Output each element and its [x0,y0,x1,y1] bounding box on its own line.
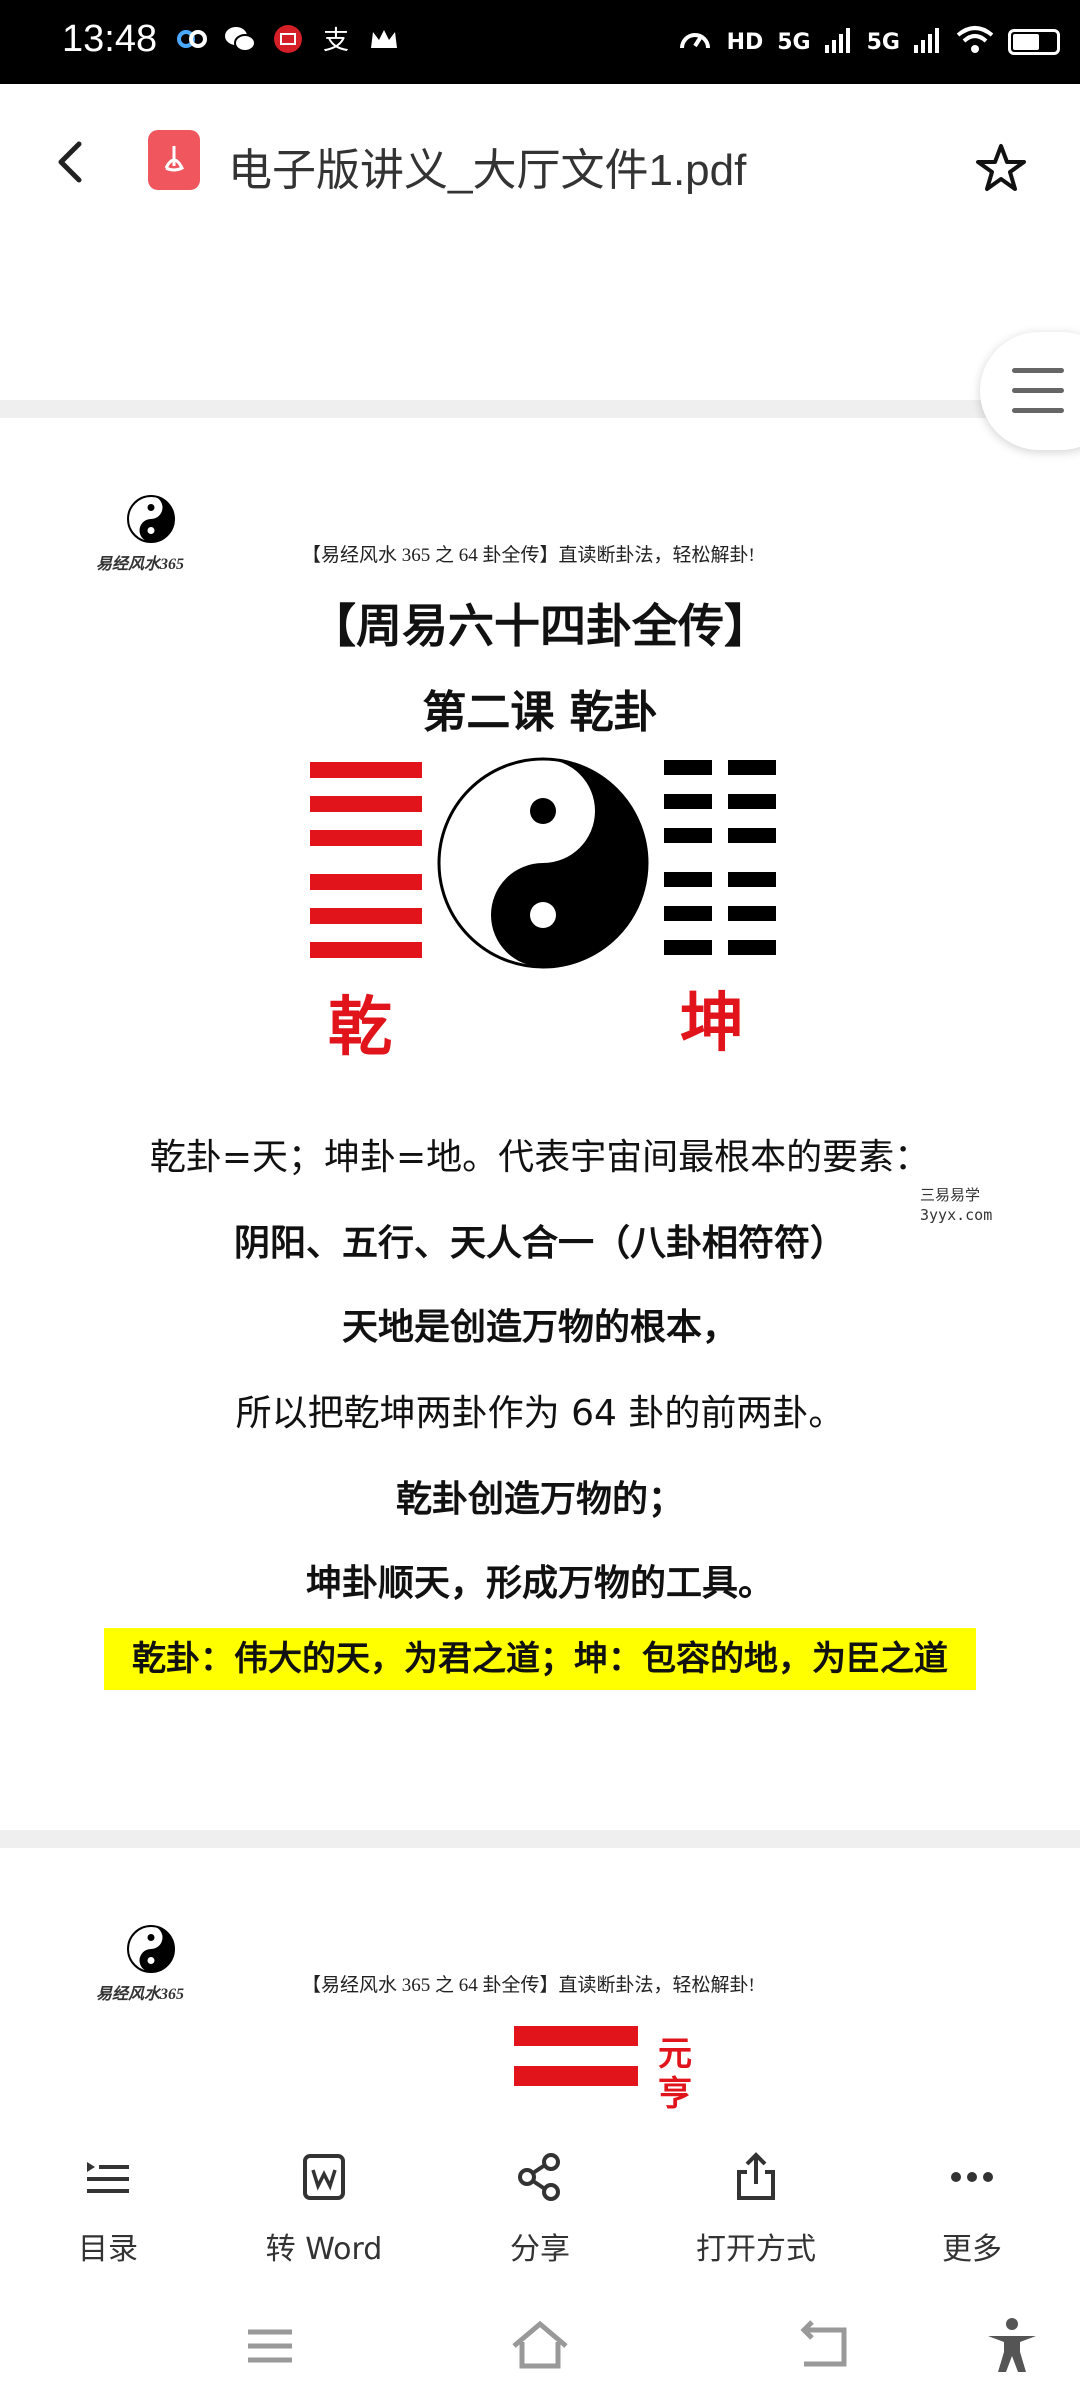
status-bar: 13:48 支 HD 5G 5G [0,0,1080,84]
qian-line-2 [310,796,422,812]
open-with-button[interactable]: 打开方式 [656,2150,856,2268]
battery-icon [1008,29,1060,55]
body-line-3: 天地是创造万物的根本， [341,1307,738,1348]
signal-bars-icon-2 [914,27,942,57]
alipay-icon: 支 [319,22,353,56]
page1-subtitle: 第二课 乾卦 [422,687,658,738]
back-nav-icon[interactable] [796,2316,856,2376]
watermark-line-1: 三易易学 [920,1186,981,1204]
chevron-left-icon [58,141,82,183]
pdf-file-icon [148,130,200,190]
qian-line-6 [310,942,422,958]
hd-icon: HD [726,29,764,55]
status-time: 13:48 [62,18,158,60]
page2-chars: 元 亨 [658,2034,692,2114]
link-icon [175,22,209,56]
share-icon [518,2153,560,2201]
signal-bars-icon [824,27,853,57]
toc-button[interactable]: 目录 [8,2150,208,2268]
kun-line-5b [728,906,776,921]
body-line-4: 所以把乾坤两卦作为 64 卦的前两卦。 [235,1393,845,1434]
kun-line-2a [664,794,712,809]
kun-line-3b [728,828,776,843]
convert-word-button[interactable]: 转 Word [224,2150,424,2268]
speed-icon [677,22,713,62]
qian-char: 乾 [328,991,392,1065]
favorite-button[interactable] [972,140,1030,198]
status-right-icons: HD 5G 5G [677,22,1060,62]
menu-line-1 [1012,368,1064,373]
accessibility-icon[interactable] [982,2316,1042,2376]
star-icon [976,144,1026,191]
qian-line-1 [310,762,422,778]
logo-text-2: 易经风水365 [96,1986,185,2003]
bottom-toolbar: 目录 转 Word 分享 打开方式 更多 [0,2116,1080,2286]
qian-line-3 [310,830,422,846]
back-button[interactable] [44,134,96,190]
page2-line-1 [514,2026,638,2046]
kun-line-3a [664,828,712,843]
page2-line-2 [514,2066,638,2086]
menu-line-2 [1012,388,1064,393]
page-separator-2 [0,1830,1080,1848]
page1-logo: 易经风水365 [96,494,184,574]
document-header: 电子版讲义_大厅文件1.pdf [0,84,1080,244]
kun-line-2b [728,794,776,809]
open-with-icon [737,2152,775,2200]
taiji-icon [437,757,649,969]
home-icon[interactable] [510,2316,570,2376]
more-label: 更多 [942,2232,1002,2267]
page1-title: 【周易六十四卦全传】 [310,599,770,653]
page2-logo: 易经风水365 [96,1924,184,2004]
wechat-icon [223,22,257,56]
crown-icon [367,22,401,56]
kun-line-4b [728,872,776,887]
svg-text:支: 支 [323,26,349,56]
share-label: 分享 [510,2232,570,2267]
kun-char: 坤 [680,987,744,1061]
more-button[interactable]: 更多 [872,2150,1072,2268]
file-title: 电子版讲义_大厅文件1.pdf [228,146,747,195]
floating-menu-button[interactable] [980,332,1080,450]
system-navigation-bar [0,2286,1080,2408]
kun-line-1b [728,760,776,775]
recent-apps-icon[interactable] [240,2316,300,2376]
signal-5g-icon: 5G [777,29,811,55]
body-line-1: 乾卦=天；坤卦=地。代表宇宙间最根本的要素： [149,1137,931,1178]
pdf-viewer[interactable]: 易经风水365 【易经风水 365 之 64 卦全传】直读断卦法，轻松解卦! 【… [0,244,1080,2116]
body-line-6: 坤卦顺天，形成万物的工具。 [305,1563,774,1604]
logo-text: 易经风水365 [96,556,185,573]
body-line-2: 阴阳、五行、天人合一（八卦相符符） [233,1223,846,1264]
toc-label: 目录 [78,2232,138,2267]
wifi-icon [956,25,994,59]
convert-word-label: 转 Word [265,2232,383,2267]
more-icon [951,2172,993,2182]
toc-icon [87,2162,129,2193]
word-icon [303,2154,345,2200]
kun-line-5a [664,906,712,921]
highlight-line: 乾卦：伟大的天，为君之道；坤：包容的地，为臣之道 [104,1628,976,1690]
share-button[interactable]: 分享 [440,2150,640,2268]
menu-line-3 [1012,408,1064,413]
kun-line-6b [728,940,776,955]
page1-tagline: 【易经风水 365 之 64 卦全传】直读断卦法，轻松解卦! [302,545,755,566]
app-icon [271,22,305,56]
kun-line-6a [664,940,712,955]
signal-5g-icon-2: 5G [866,29,900,55]
taiji-logo-icon [127,495,175,543]
page2-tagline: 【易经风水 365 之 64 卦全传】直读断卦法，轻松解卦! [302,1975,755,1996]
page-separator [0,400,1080,418]
qian-line-5 [310,908,422,924]
open-with-label: 打开方式 [696,2232,816,2267]
taiji-logo-icon-2 [127,1925,175,1973]
qian-line-4 [310,874,422,890]
status-left-icons: 支 [175,22,401,56]
kun-line-1a [664,760,712,775]
kun-line-4a [664,872,712,887]
body-line-5: 乾卦创造万物的； [395,1479,684,1520]
